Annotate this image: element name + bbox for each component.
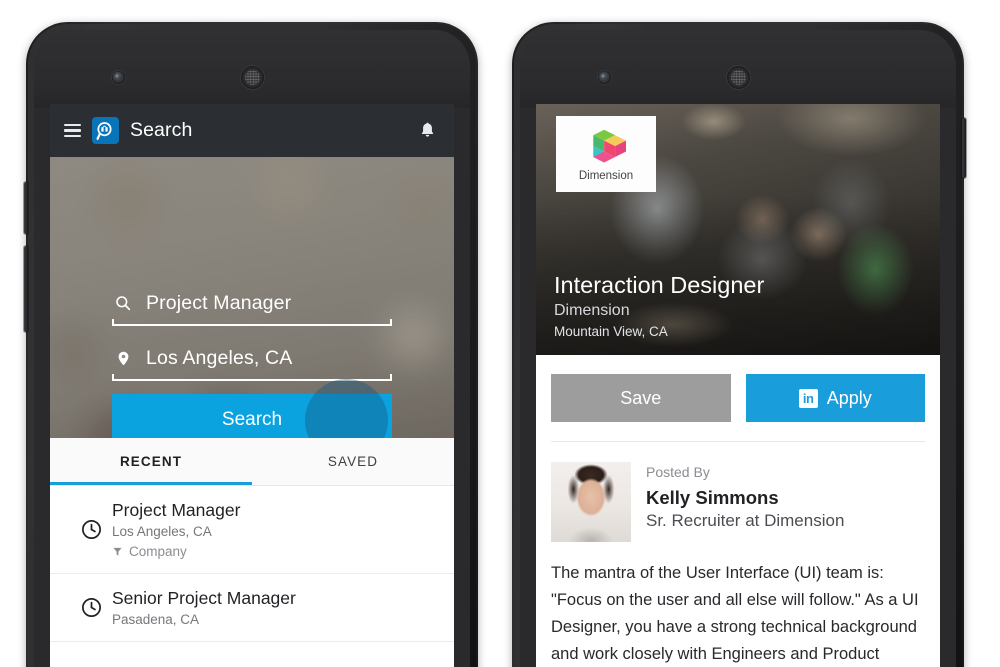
phone-front-glass: Dimension Interaction Designer Dimension… <box>520 30 956 667</box>
filter-funnel-icon <box>113 547 122 556</box>
clock-icon <box>70 596 112 619</box>
earpiece-speaker-icon <box>727 66 750 89</box>
job-actions: Save in Apply <box>536 355 940 441</box>
list-item[interactable]: Senior Project Manager Pasadena, CA <box>50 574 454 642</box>
phone-front-glass: Search Project Manager Los Angeles, CA S… <box>34 30 470 667</box>
company-logo-card: Dimension <box>556 116 656 192</box>
search-submit-button[interactable]: Search <box>112 394 392 438</box>
list-item-title: Project Manager <box>112 500 241 520</box>
dimension-pinwheel-logo <box>593 129 626 162</box>
list-item-partial[interactable] <box>50 642 454 667</box>
list-item-location: Pasadena, CA <box>112 612 200 627</box>
search-screen: Search Project Manager Los Angeles, CA S… <box>50 104 454 667</box>
hamburger-menu-icon[interactable] <box>64 124 81 137</box>
map-pin-icon <box>112 349 134 368</box>
job-company: Dimension <box>554 302 630 319</box>
search-tabs: RECENT SAVED <box>50 438 454 486</box>
avatar-image <box>551 462 631 542</box>
job-detail-screen: Dimension Interaction Designer Dimension… <box>536 104 940 667</box>
linkedin-in-icon-text: in <box>802 390 814 406</box>
company-logo-name: Dimension <box>578 169 634 182</box>
location-field[interactable]: Los Angeles, CA <box>112 341 392 381</box>
page-title: Search <box>130 119 193 141</box>
keyword-input-value: Project Manager <box>146 291 292 314</box>
location-field-underline <box>112 374 392 381</box>
location-input-value: Los Angeles, CA <box>146 346 293 369</box>
apply-button-label: Apply <box>826 387 872 408</box>
keyword-field-underline <box>112 319 392 326</box>
phone-device-search: Search Project Manager Los Angeles, CA S… <box>24 22 478 667</box>
screenshot-stage: Search Project Manager Los Angeles, CA S… <box>0 0 1000 667</box>
job-hero: Dimension Interaction Designer Dimension… <box>536 104 940 355</box>
tab-active-indicator <box>50 482 252 485</box>
job-title: Interaction Designer <box>554 271 765 298</box>
list-item-title: Senior Project Manager <box>112 588 296 608</box>
front-camera-icon <box>112 71 125 84</box>
apply-button[interactable]: in Apply <box>745 374 925 422</box>
phone-volume-up-button[interactable] <box>24 182 28 234</box>
magnifier-icon <box>112 294 134 312</box>
list-item-meta: Project Manager Los Angeles, CA Company <box>112 500 434 559</box>
list-item-location: Los Angeles, CA <box>112 524 212 539</box>
phone-volume-down-button[interactable] <box>24 246 28 332</box>
recruiter-role: Sr. Recruiter at Dimension <box>646 511 845 530</box>
tab-recent[interactable]: RECENT <box>50 438 252 485</box>
phone-power-button[interactable] <box>962 118 966 178</box>
list-item[interactable]: Project Manager Los Angeles, CA Company <box>50 486 454 574</box>
tab-saved[interactable]: SAVED <box>252 438 454 485</box>
list-item-filter-label: Company <box>129 544 187 559</box>
recruiter-meta: Posted By Kelly Simmons Sr. Recruiter at… <box>646 462 925 531</box>
recruiter-name[interactable]: Kelly Simmons <box>646 487 925 509</box>
clock-icon <box>70 518 112 541</box>
app-bar: Search <box>50 104 454 157</box>
linkedin-in-icon: in <box>798 388 818 408</box>
job-description: The mantra of the User Interface (UI) te… <box>551 564 919 663</box>
job-search-briefcase-logo <box>92 117 119 144</box>
keyword-field[interactable]: Project Manager <box>112 286 392 326</box>
search-hero: Project Manager Los Angeles, CA Search <box>50 157 454 438</box>
recruiter-avatar-photo <box>551 462 631 542</box>
job-location: Mountain View, CA <box>554 324 668 339</box>
posted-by-section: Posted By Kelly Simmons Sr. Recruiter at… <box>536 442 940 548</box>
bell-icon[interactable] <box>414 118 440 144</box>
recent-search-list: Project Manager Los Angeles, CA Company <box>50 486 454 667</box>
job-header: Interaction Designer Dimension Mountain … <box>554 272 926 339</box>
list-item-meta: Senior Project Manager Pasadena, CA <box>112 588 434 627</box>
front-camera-icon <box>598 71 611 84</box>
save-button[interactable]: Save <box>551 374 731 422</box>
phone-device-job-detail: Dimension Interaction Designer Dimension… <box>512 22 966 667</box>
search-form: Project Manager Los Angeles, CA Search <box>50 157 454 438</box>
posted-by-label: Posted By <box>646 464 710 480</box>
earpiece-speaker-icon <box>241 66 264 89</box>
list-item-filter: Company <box>112 544 434 559</box>
